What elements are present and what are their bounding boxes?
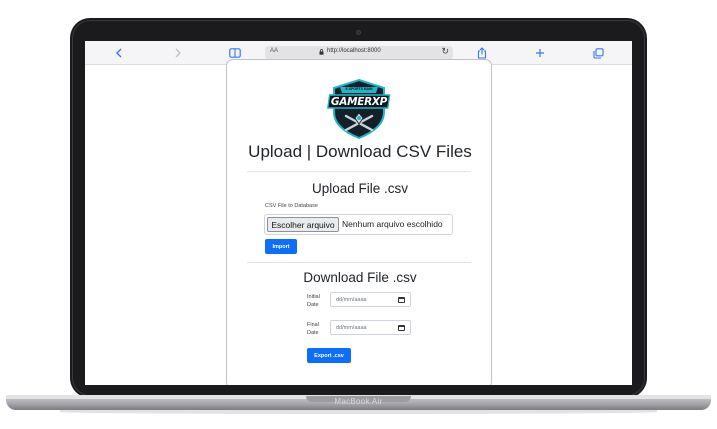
initial-date-label: Initial Date [307, 294, 320, 308]
upload-heading: Upload File .csv [311, 181, 409, 196]
initial-date-input[interactable]: dd/mm/aaaa [330, 292, 411, 307]
date-placeholder: dd/mm/aaaa [336, 297, 367, 303]
choose-file-button[interactable]: Escolher arquivo [267, 217, 339, 232]
final-date-label: Final Date [307, 322, 319, 336]
new-tab-icon[interactable] [533, 46, 547, 60]
text-size-button[interactable]: AA [270, 48, 278, 54]
csv-file-input[interactable]: Escolher arquivo Nenhum arquivo escolhid… [264, 214, 453, 235]
browser-screen: AA http://localhost:8000 ↻ GAMERXP E-SPO… [85, 41, 632, 385]
logo-ribbon-text: E-SPORTS MAIN [345, 87, 373, 91]
forward-icon[interactable] [171, 46, 185, 60]
screen-chin [85, 385, 632, 395]
device-label: MacBook Air [334, 397, 383, 406]
calendar-icon[interactable] [398, 325, 405, 331]
import-button[interactable]: Import [265, 239, 297, 254]
logo-wordmark: GAMERXP [330, 96, 388, 108]
final-date-input[interactable]: dd/mm/aaaa [330, 320, 411, 335]
page-card: GAMERXP E-SPORTS MAIN Upload | Download … [226, 59, 492, 385]
calendar-icon[interactable] [398, 297, 405, 303]
lock-icon [319, 49, 324, 55]
url-text: http://localhost:8000 [327, 48, 381, 54]
laptop-shadow [60, 410, 657, 414]
divider [247, 262, 471, 263]
share-icon[interactable] [475, 46, 489, 60]
sidebar-icon[interactable] [228, 46, 242, 60]
address-bar[interactable]: AA http://localhost:8000 ↻ [265, 46, 453, 60]
divider [247, 171, 471, 172]
page-title: Upload | Download CSV Files [248, 142, 472, 161]
back-icon[interactable] [112, 46, 126, 60]
download-heading: Download File .csv [303, 270, 417, 285]
export-csv-button[interactable]: Export .csv [307, 348, 351, 363]
tabs-overview-icon[interactable] [591, 46, 605, 60]
reload-icon[interactable]: ↻ [441, 46, 449, 57]
csv-field-label: CSV File to Database [265, 203, 318, 209]
camera-icon [356, 30, 361, 35]
no-file-chosen-text: Nenhum arquivo escolhido [342, 219, 443, 229]
date-placeholder: dd/mm/aaaa [336, 325, 367, 331]
